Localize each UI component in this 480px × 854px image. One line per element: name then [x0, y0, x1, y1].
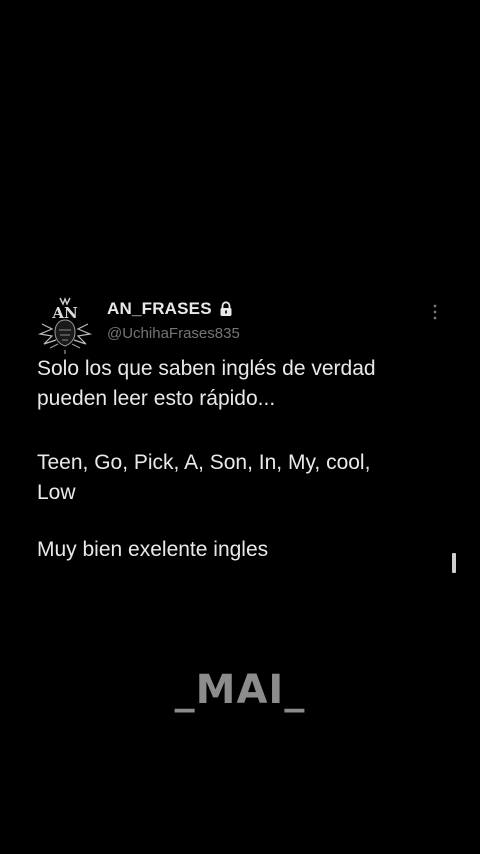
avatar-logo-icon: AN	[37, 297, 93, 354]
vertical-dots-icon[interactable]	[428, 301, 442, 323]
tweet-text-paragraph: Muy bien exelente ingles	[37, 538, 269, 561]
scrollbar-thumb[interactable]	[452, 553, 456, 573]
watermark-text: _MAI_	[174, 667, 306, 713]
avatar-monogram: AN	[51, 304, 78, 322]
tweet-card: AN AN_FRASES @UchihaFrases835 Solo los q…	[0, 0, 480, 854]
author-display-name[interactable]: AN_FRASES	[107, 299, 212, 319]
tweet-text-paragraph: Teen, Go, Pick, A, Son, In, My, cool, Lo…	[37, 451, 371, 504]
lock-icon	[219, 301, 233, 317]
avatar[interactable]: AN	[34, 294, 96, 356]
author-name-row[interactable]: AN_FRASES	[107, 299, 233, 319]
author-handle[interactable]: @UchihaFrases835	[107, 325, 240, 342]
tweet-text-paragraph: Solo los que saben inglés de verdad pued…	[37, 357, 376, 410]
